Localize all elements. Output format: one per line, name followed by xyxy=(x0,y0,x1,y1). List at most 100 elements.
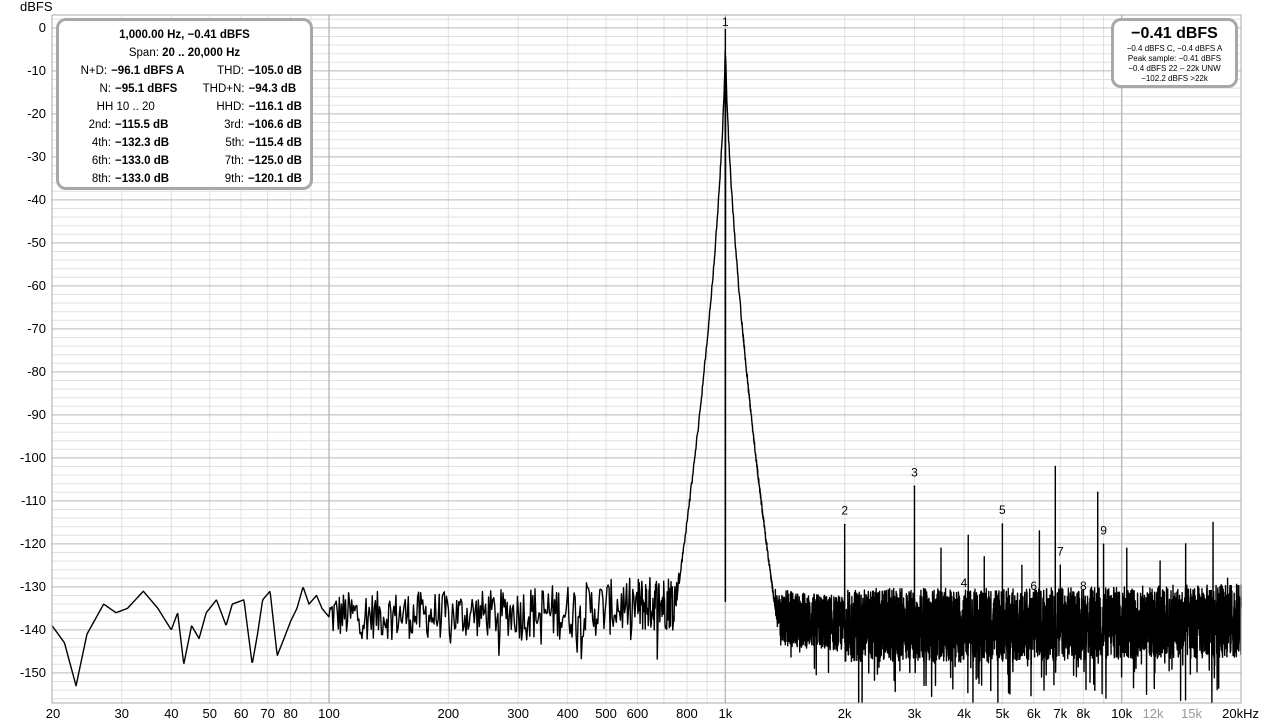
spur-point xyxy=(1097,491,1099,493)
x-tick-label: 70 xyxy=(260,706,274,721)
stat-value: −115.5 dB xyxy=(115,119,169,131)
x-tick-label: 400 xyxy=(557,706,579,721)
x-tick-label: 300 xyxy=(507,706,529,721)
stat-value: −133.0 dB xyxy=(115,155,170,167)
level-unweighted: −0.4 dBFS 22 – 22k UNW xyxy=(1128,64,1221,73)
stats-cell: 6th: −133.0 dB xyxy=(67,152,185,170)
level-above-band: −102.2 dBFS >22k xyxy=(1141,74,1208,83)
harmonic-peak-point xyxy=(1082,599,1085,601)
harmonic-label: 6 xyxy=(1030,579,1037,593)
y-tick-label: -110 xyxy=(21,493,46,508)
harmonic-label: 5 xyxy=(999,503,1006,517)
stats-cell: 2nd: −115.5 dB xyxy=(67,116,185,134)
x-tick-label: 60 xyxy=(234,706,248,721)
spur-point xyxy=(1054,465,1056,468)
stat-value: −105.0 dB xyxy=(247,65,302,77)
x-tick-label: 10k xyxy=(1111,706,1132,721)
harmonic-label: 4 xyxy=(961,576,968,590)
x-tick-label: 20 xyxy=(46,706,60,721)
stats-row: 2nd: −115.5 dB 3rd: −106.6 dB xyxy=(67,116,302,134)
harmonic-peak-point xyxy=(843,523,846,526)
harmonic-peak-point xyxy=(963,595,965,598)
harmonic-label: 9 xyxy=(1100,523,1107,537)
level-weighted: −0.4 dBFS C, −0.4 dBFS A xyxy=(1126,44,1223,53)
stats-cell: HHD: −116.1 dB xyxy=(185,98,303,116)
y-tick-label: -90 xyxy=(27,407,46,422)
harmonic-labels: 1 2 3 4 5 6 7 8 9 xyxy=(722,15,1229,601)
stat-value: −115.4 dB xyxy=(248,137,302,149)
y-tick-label: 0 xyxy=(39,20,46,35)
stats-cell: 7th: −125.0 dB xyxy=(185,152,302,170)
stats-cell: N+D: −96.1 dBFS A xyxy=(67,62,185,80)
x-tick-label: 40 xyxy=(164,706,178,721)
stat-label: HHD: xyxy=(216,101,245,113)
x-tick-label: 200 xyxy=(437,706,459,721)
spur-point xyxy=(1159,560,1161,562)
harmonic-peak-point xyxy=(913,485,916,488)
x-tick-label: 5k xyxy=(996,706,1010,721)
x-tick-label: 500 xyxy=(595,706,617,721)
x-tick-label: 80 xyxy=(283,706,297,721)
spur-point xyxy=(1185,543,1187,545)
harmonic-label: 2 xyxy=(841,504,848,518)
y-tick-label: -130 xyxy=(20,579,46,594)
stats-cell: N: −95.1 dBFS xyxy=(67,80,185,98)
spur-point xyxy=(967,534,969,536)
level-main-value: −0.41 dBFS xyxy=(1131,25,1218,42)
x-tick-label: 3k xyxy=(908,706,922,721)
x-tick-label: 20kHz xyxy=(1222,706,1259,721)
hh-range-label: HH 10 .. 20 xyxy=(96,101,155,113)
stat-label: 6th: xyxy=(91,155,111,167)
spur-point xyxy=(1021,564,1023,567)
stats-header: 1,000.00 Hz, −0.41 dBFS xyxy=(119,29,250,41)
stats-cell: THD+N: −94.3 dB xyxy=(185,80,303,98)
stat-value: −94.3 dB xyxy=(248,83,297,95)
y-tick-label: -100 xyxy=(20,450,46,465)
stats-row: 8th: −133.0 dB 9th: −120.1 dB xyxy=(67,170,302,188)
stats-cell: THD: −105.0 dB xyxy=(185,62,302,80)
x-tick-label: 12k xyxy=(1143,706,1164,721)
x-tick-label: 100 xyxy=(318,706,340,721)
x-tick-label: 8k xyxy=(1076,706,1090,721)
y-tick-label: -40 xyxy=(27,192,46,207)
stat-label: N: xyxy=(99,83,112,95)
y-tick-label: -140 xyxy=(20,622,46,637)
stat-value: −116.1 dB xyxy=(248,101,302,113)
span-label: Span: xyxy=(128,47,159,59)
stats-panel: 1,000.00 Hz, −0.41 dBFS Span: 20 .. 20,0… xyxy=(56,18,313,190)
harmonic-peak-point xyxy=(724,28,727,31)
stats-cell: HH 10 .. 20 xyxy=(67,98,185,116)
stat-label: 3rd: xyxy=(224,119,244,131)
harmonic-peak-point xyxy=(1001,523,1004,525)
span-value: 20 .. 20,000 Hz xyxy=(162,47,241,59)
stats-cell: 5th: −115.4 dB xyxy=(185,134,303,152)
stat-label: 7th: xyxy=(224,155,244,167)
harmonic-peak-point xyxy=(1102,543,1105,546)
spur-point xyxy=(1212,521,1214,524)
stat-label: THD: xyxy=(217,65,244,77)
stats-cell: 8th: −133.0 dB xyxy=(67,170,185,188)
y-tick-label: -30 xyxy=(27,149,46,164)
stat-value: −96.1 dBFS A xyxy=(111,65,185,77)
y-tick-label: -20 xyxy=(27,106,46,121)
x-tick-label: 600 xyxy=(627,706,649,721)
y-tick-label: -50 xyxy=(27,235,46,250)
stat-value: −132.3 dB xyxy=(115,137,170,149)
x-tick-label: 15k xyxy=(1181,706,1202,721)
y-axis-ticks: 0 -10 -20 -30 -40 -50 -60 -70 -80 -90 -100 -110 -120… xyxy=(20,20,46,680)
stat-value: −106.6 dB xyxy=(247,119,302,131)
stats-row: N+D: −96.1 dBFS A THD: −105.0 dB xyxy=(67,62,302,80)
y-axis-label: dBFS xyxy=(20,0,53,14)
spur-point xyxy=(983,556,985,558)
x-tick-label: 2k xyxy=(838,706,852,721)
stat-value: −133.0 dB xyxy=(115,173,170,185)
stat-value: −95.1 dBFS xyxy=(115,83,178,95)
level-panel: −0.41 dBFS −0.4 dBFS C, −0.4 dBFS A Peak… xyxy=(1111,18,1238,88)
stats-cell: 4th: −132.3 dB xyxy=(67,134,185,152)
stats-rows: N+D: −96.1 dBFS A THD: −105.0 dB N: −95.1 dBF… xyxy=(67,62,302,188)
spur-point xyxy=(940,547,942,549)
stat-label: 5th: xyxy=(225,137,245,149)
y-tick-label: -60 xyxy=(27,278,46,293)
harmonic-peak-point xyxy=(1059,564,1062,567)
stat-label: 8th: xyxy=(91,173,111,185)
